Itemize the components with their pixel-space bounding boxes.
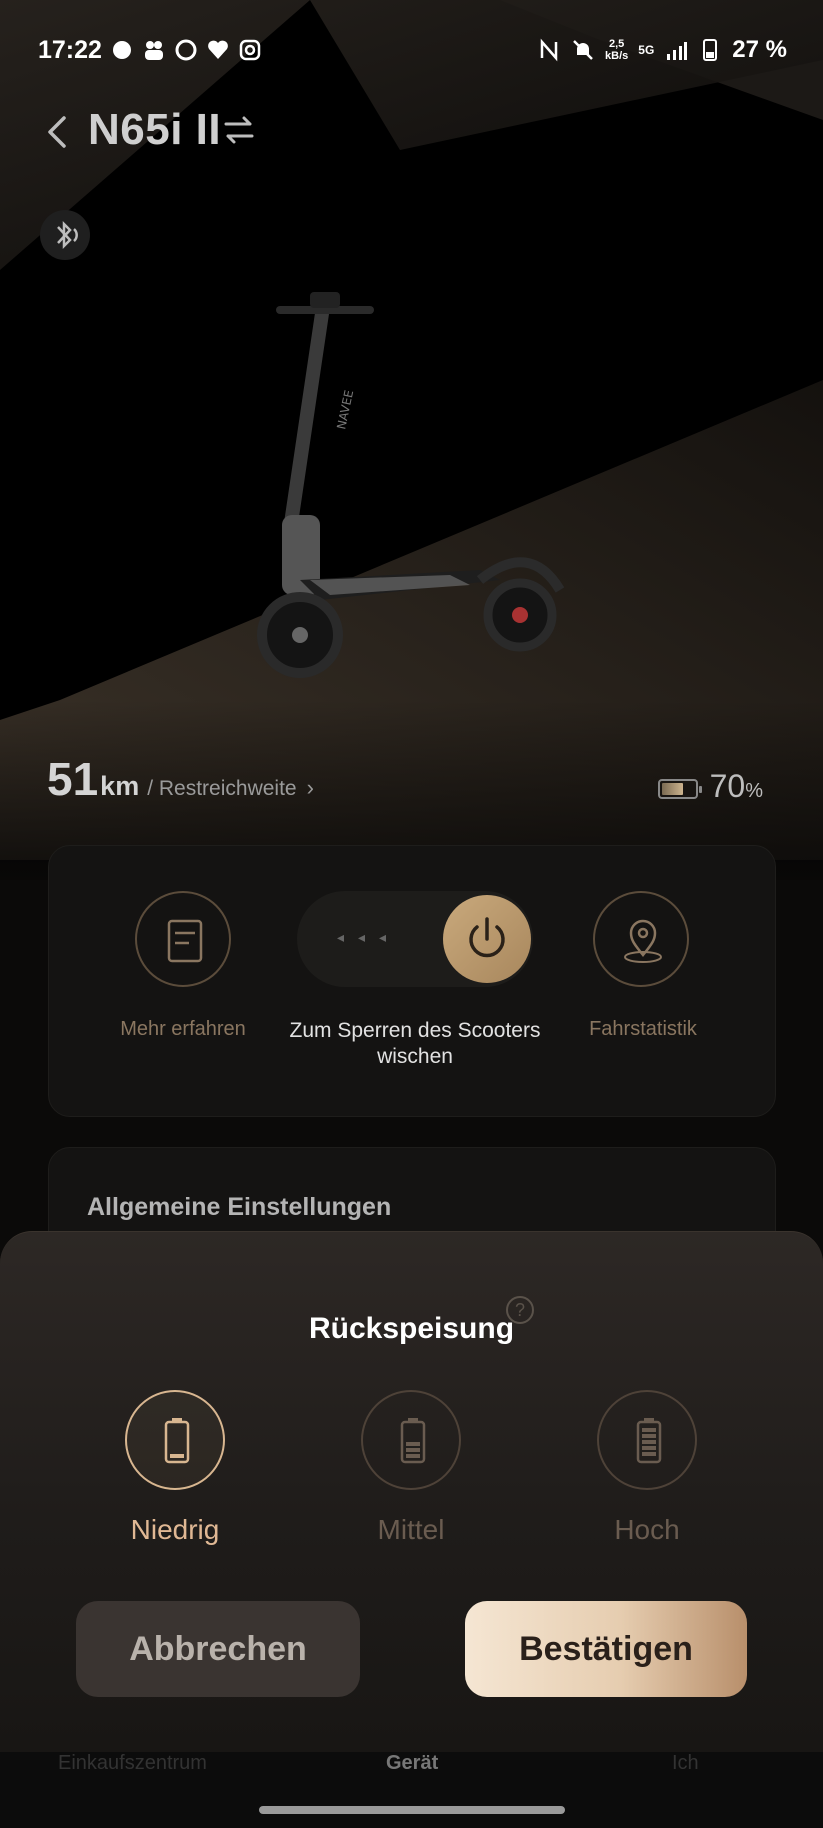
learn-more-label: Mehr erfahren	[120, 1018, 246, 1040]
lion-icon	[175, 39, 197, 61]
battery-low-icon	[164, 1418, 190, 1464]
battery-percent: 27 %	[732, 36, 787, 63]
bluetooth-button[interactable]	[40, 210, 90, 260]
status-right: 2,5 kB/s 5G 27 %	[537, 36, 787, 64]
network-type: 5G	[638, 43, 655, 57]
battery-unit: %	[745, 780, 763, 802]
option-medium-label: Mittel	[377, 1514, 445, 1545]
svg-text:NAVEE: NAVEE	[334, 389, 356, 431]
confirm-button[interactable]: Bestätigen	[465, 1601, 747, 1697]
people-icon	[145, 41, 163, 60]
swipe-hint: Zum Sperren des Scooters wischen	[289, 1019, 541, 1068]
notification-icons	[110, 38, 262, 62]
nav-shop[interactable]: Einkaufszentrum	[58, 1752, 207, 1775]
switch-device-icon[interactable]	[222, 114, 256, 146]
data-speed: 2,5 kB/s	[605, 38, 628, 62]
option-low[interactable]	[125, 1390, 225, 1490]
back-icon[interactable]	[40, 110, 76, 154]
bottom-nav: Einkaufszentrum Gerät Ich	[0, 1752, 823, 1828]
ride-statistics-button[interactable]	[593, 891, 689, 987]
scooter-battery: 70%	[657, 768, 763, 805]
document-icon	[167, 919, 203, 963]
bluetooth-icon	[57, 220, 78, 250]
lock-slider[interactable]: ◂◂◂	[297, 891, 533, 987]
data-speed-unit: kB/s	[605, 50, 629, 62]
option-high-label: Hoch	[614, 1514, 680, 1545]
data-speed-value: 2,5	[609, 38, 625, 50]
heart-icon	[208, 40, 228, 59]
status-bar: 17:22 2,5 kB/s 5G 27 %	[0, 0, 823, 100]
help-icon[interactable]: ?	[506, 1296, 534, 1324]
option-medium[interactable]	[361, 1390, 461, 1490]
chat-icon	[113, 41, 131, 59]
battery-medium-icon	[400, 1418, 426, 1464]
nav-me[interactable]: Ich	[672, 1752, 699, 1775]
range-value: 51	[47, 753, 99, 805]
remaining-range[interactable]: 51 km / Restreichweite ›	[47, 752, 314, 806]
instagram-icon	[239, 39, 261, 61]
lock-knob[interactable]	[443, 895, 531, 983]
chevron-right-icon: ›	[306, 775, 314, 800]
swipe-arrows-icon: ◂◂◂	[337, 929, 401, 945]
power-icon	[469, 917, 505, 958]
general-settings-heading: Allgemeine Einstellungen	[87, 1193, 392, 1221]
battery-value: 70	[709, 768, 746, 804]
nav-device[interactable]: Gerät	[386, 1752, 438, 1775]
scooter-image: NAVEE	[257, 292, 565, 678]
signal-icon	[667, 42, 688, 60]
learn-more-button[interactable]	[135, 891, 231, 987]
home-indicator[interactable]	[259, 1806, 565, 1814]
mute-icon	[573, 40, 593, 60]
ride-statistics-label: Fahrstatistik	[589, 1018, 697, 1040]
battery-icon	[657, 779, 702, 799]
option-high[interactable]	[597, 1390, 697, 1490]
range-label: / Restreichweite	[147, 777, 297, 800]
page-title: N65i II	[88, 105, 222, 154]
nfc-icon	[540, 38, 558, 62]
status-time: 17:22	[38, 36, 102, 64]
range-unit: km	[100, 771, 140, 801]
location-pin-icon	[624, 919, 662, 963]
battery-high-icon	[636, 1418, 662, 1464]
option-low-label: Niedrig	[130, 1514, 220, 1545]
cancel-button[interactable]: Abbrechen	[76, 1601, 360, 1697]
battery-status-icon	[703, 39, 718, 61]
control-card: Mehr erfahren ◂◂◂ Zum Sperren des Scoote…	[48, 845, 776, 1117]
sheet-title: Rückspeisung	[308, 1312, 515, 1345]
battery-level: 70%	[710, 768, 763, 805]
regeneration-sheet: Rückspeisung ? Niedrig Mittel Hoch Abbre…	[0, 1231, 823, 1752]
